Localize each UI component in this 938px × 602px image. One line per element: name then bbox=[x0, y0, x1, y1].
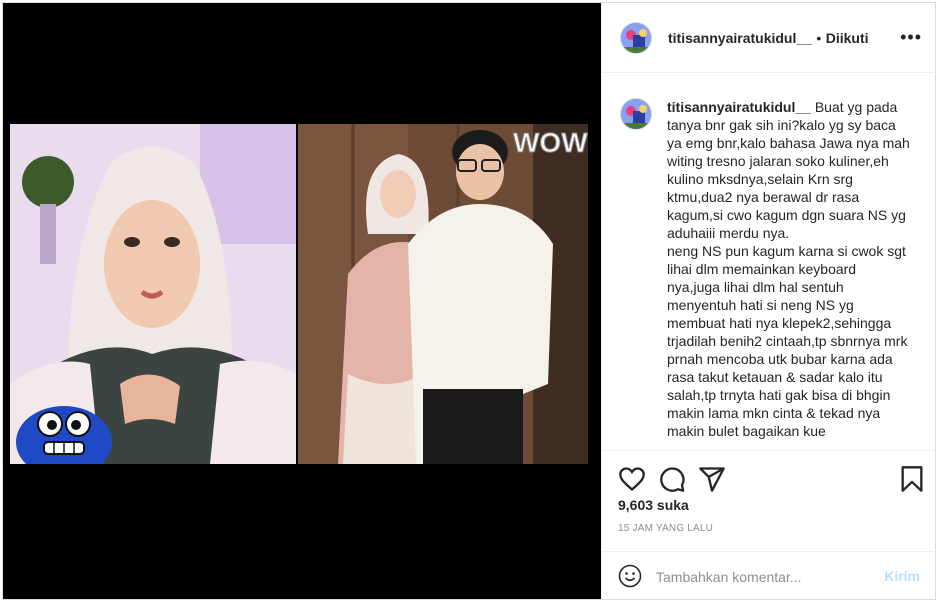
post-comment-button[interactable]: Kirim bbox=[884, 568, 920, 584]
post-sidebar: titisannyairatukidul__ • Diikuti ••• tit… bbox=[601, 3, 936, 600]
caption-text: Buat yg pada tanya bnr gak sih ini?kalo … bbox=[667, 99, 910, 439]
author-avatar[interactable] bbox=[620, 22, 652, 54]
send-icon[interactable] bbox=[698, 465, 726, 493]
more-options-icon[interactable]: ••• bbox=[900, 27, 922, 48]
bookmark-icon[interactable] bbox=[898, 465, 926, 493]
separator-dot: • bbox=[816, 30, 822, 46]
comment-input[interactable] bbox=[656, 566, 856, 588]
post-actions: 9,603 suka 15 JAM YANG LALU Kirim bbox=[602, 450, 936, 600]
likes-count[interactable]: 9,603 suka bbox=[618, 497, 689, 513]
follow-status-button[interactable]: Diikuti bbox=[826, 30, 869, 46]
emoji-icon[interactable] bbox=[618, 564, 642, 588]
photo-right-panel: WOW bbox=[298, 124, 588, 464]
post-timestamp[interactable]: 15 JAM YANG LALU bbox=[618, 523, 713, 534]
couple-photo-illustration: WOW bbox=[298, 124, 588, 464]
avatar-icon bbox=[621, 23, 651, 53]
avatar-icon bbox=[621, 99, 651, 129]
post-caption: titisannyairatukidul__ Buat yg pada tany… bbox=[667, 98, 911, 440]
heart-icon[interactable] bbox=[618, 465, 646, 493]
caption-username[interactable]: titisannyairatukidul__ bbox=[667, 99, 811, 115]
comment-icon[interactable] bbox=[658, 465, 686, 493]
post-photo: WOW bbox=[10, 124, 588, 464]
add-comment-form: Kirim bbox=[602, 551, 936, 601]
sticker-icon bbox=[16, 406, 112, 464]
wow-neon-text: WOW bbox=[513, 127, 588, 158]
post-header: titisannyairatukidul__ • Diikuti ••• bbox=[602, 3, 936, 73]
comments-section[interactable]: titisannyairatukidul__ Buat yg pada tany… bbox=[602, 74, 936, 450]
photo-left-panel bbox=[10, 124, 296, 464]
author-username[interactable]: titisannyairatukidul__ bbox=[668, 30, 812, 46]
caption-author-avatar[interactable] bbox=[620, 98, 652, 130]
post-dialog: WOW titisannyairatukidul__ • Diikuti •••… bbox=[2, 2, 936, 600]
post-media[interactable]: WOW bbox=[3, 3, 601, 599]
